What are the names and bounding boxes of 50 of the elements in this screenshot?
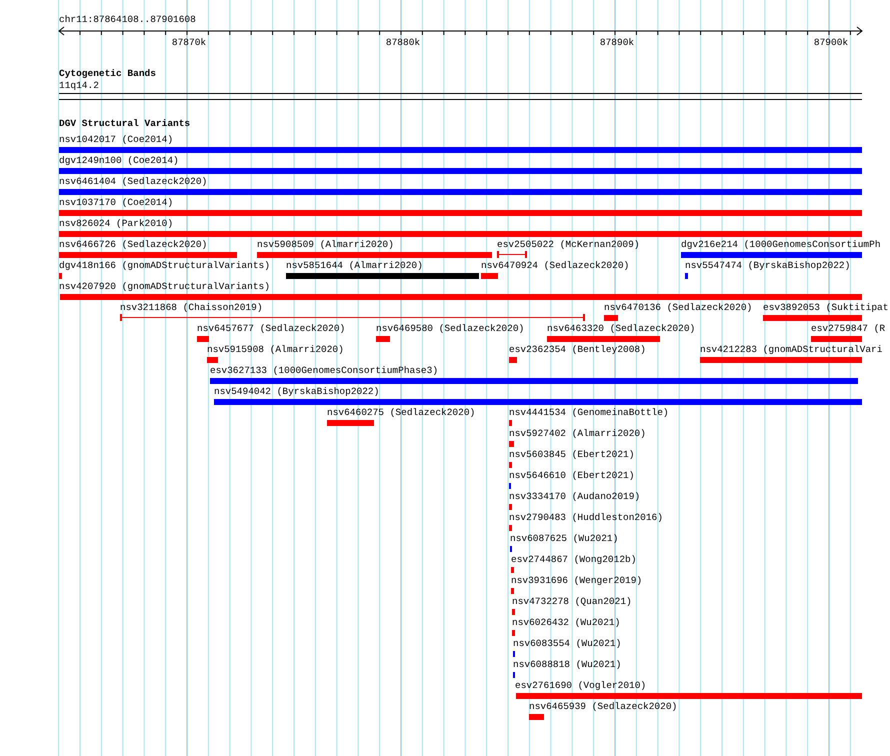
band-label: 11q14.2	[59, 80, 99, 92]
variant-label: nsv6460275 (Sedlazeck2020)	[327, 407, 476, 419]
variant-label: nsv6465939 (Sedlazeck2020)	[529, 701, 678, 713]
variant-label: esv2759847 (R	[811, 323, 886, 335]
variant-label: esv2744867 (Wong2012b)	[511, 554, 636, 566]
variant-label: dgv216e214 (1000GenomesConsortiumPh	[681, 239, 881, 251]
variant-label: nsv5547474 (ByrskaBishop2022)	[685, 260, 850, 272]
variant-label: nsv3334170 (Audano2019)	[509, 491, 640, 503]
variant-label: nsv826024 (Park2010)	[59, 218, 174, 230]
variant-label: nsv5646610 (Ebert2021)	[509, 470, 634, 482]
variant-label: nsv6469580 (Sedlazeck2020)	[376, 323, 524, 335]
variant-label: dgv418n166 (gnomADStructuralVariants)	[59, 260, 270, 272]
variant-label: nsv4212283 (gnomADStructuralVari	[700, 344, 882, 356]
variant-label: nsv6026432 (Wu2021)	[512, 617, 620, 629]
variant-label: nsv5915908 (Almarri2020)	[207, 344, 344, 356]
variant-label: nsv6466726 (Sedlazeck2020)	[59, 239, 208, 251]
variant-label: esv2362354 (Bentley2008)	[509, 344, 646, 356]
tick-label: 87870k	[172, 37, 206, 49]
variant-label: nsv6457677 (Sedlazeck2020)	[197, 323, 346, 335]
variant-label: nsv6087625 (Wu2021)	[510, 533, 618, 545]
variant-label: dgv1249n100 (Coe2014)	[59, 155, 179, 167]
variant-label: nsv6083554 (Wu2021)	[513, 638, 622, 650]
variant-label: nsv1037170 (Coe2014)	[59, 197, 174, 209]
variant-label: esv3627133 (1000GenomesConsortiumPhase3)	[210, 365, 438, 377]
variant-label: esv2761690 (Vogler2010)	[515, 680, 646, 692]
variant-label: nsv4732278 (Quan2021)	[512, 596, 632, 608]
variant-label: nsv3931696 (Wenger2019)	[511, 575, 642, 587]
tick-label: 87880k	[386, 37, 420, 49]
variant-label: esv2505022 (McKernan2009)	[497, 239, 640, 251]
variant-label: esv3892053 (Suktitipat	[763, 302, 888, 314]
variant-label: nsv6463320 (Sedlazeck2020)	[547, 323, 696, 335]
variant-label: nsv2790483 (Huddleston2016)	[509, 512, 663, 524]
tick-label: 87890k	[600, 37, 634, 49]
variant-label: nsv5927402 (Almarri2020)	[509, 428, 646, 440]
variant-label: nsv6088818 (Wu2021)	[513, 659, 622, 671]
track-title: DGV Structural Variants	[59, 118, 190, 130]
variant-label: nsv6470136 (Sedlazeck2020)	[604, 302, 752, 314]
variant-label: nsv3211868 (Chaisson2019)	[120, 302, 263, 314]
variant-label: nsv5908509 (Almarri2020)	[257, 239, 394, 251]
variant-label: nsv5603845 (Ebert2021)	[509, 449, 634, 461]
variant-label: nsv5851644 (Almarri2020)	[286, 260, 423, 272]
tick-label: 87900k	[814, 37, 848, 49]
variant-label: nsv6470924 (Sedlazeck2020)	[481, 260, 630, 272]
variant-label: nsv1042017 (Coe2014)	[59, 134, 174, 146]
track-title: Cytogenetic Bands	[59, 68, 156, 80]
variant-label: nsv4441534 (GenomeinaBottle)	[509, 407, 669, 419]
variant-label: nsv5494042 (ByrskaBishop2022)	[214, 386, 380, 398]
location-label: chr11:87864108..87901608	[59, 14, 196, 26]
variant-label: nsv4207920 (gnomADStructuralVariants)	[59, 281, 270, 293]
variant-label: nsv6461404 (Sedlazeck2020)	[59, 176, 208, 188]
